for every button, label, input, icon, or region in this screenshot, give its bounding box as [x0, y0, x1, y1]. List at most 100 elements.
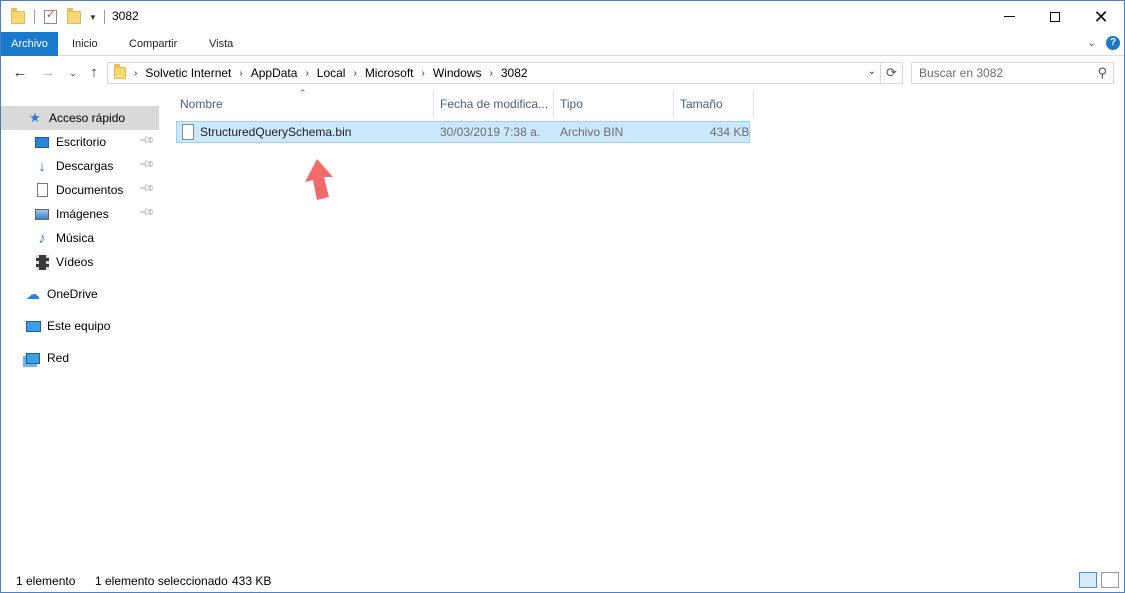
back-arrow-icon[interactable]: ← — [11, 63, 29, 83]
pin-icon[interactable]: 📌︎ — [138, 132, 155, 149]
file-date: 30/03/2019 7:38 a. — [440, 125, 541, 139]
sidebar-item-label: Red — [47, 351, 70, 365]
minimize-button[interactable] — [986, 1, 1032, 32]
search-input[interactable] — [919, 66, 1089, 80]
up-arrow-icon[interactable]: ↑ — [85, 63, 103, 83]
minimize-icon — [1003, 16, 1015, 17]
sidebar-item-red[interactable]: Red — [1, 346, 159, 370]
recent-locations-chevron-icon[interactable]: ⌄ — [64, 63, 82, 83]
toolbar-separator — [34, 10, 35, 24]
properties-icon[interactable] — [44, 8, 57, 24]
folder-icon[interactable] — [11, 7, 25, 24]
pin-icon[interactable]: 📌︎ — [138, 156, 155, 173]
close-button[interactable]: ✕ — [1078, 1, 1124, 32]
download-icon: ↓ — [38, 157, 46, 175]
onedrive-icon: ☁ — [26, 285, 40, 302]
sidebar-item-videos[interactable]: Vídeos — [1, 250, 159, 274]
sidebar-item-label: Este equipo — [47, 319, 111, 333]
sidebar-item-label: Escritorio — [56, 135, 107, 149]
address-history-chevron-icon[interactable]: ⌄ — [868, 66, 876, 77]
large-icons-view-icon[interactable] — [1101, 572, 1119, 588]
status-bar: 1 elemento 1 elemento seleccionado 433 K… — [1, 570, 1124, 592]
file-name: StructuredQuerySchema.bin — [200, 125, 352, 139]
sidebar-item-label: Imágenes — [56, 207, 109, 221]
breadcrumb-item[interactable]: Windows — [433, 66, 482, 80]
table-row[interactable]: StructuredQuerySchema.bin 30/03/2019 7:3… — [176, 121, 750, 143]
quick-access-toolbar: ▼ — [11, 7, 105, 26]
expand-ribbon-chevron-icon[interactable]: ⌄ — [1087, 36, 1096, 49]
pin-icon[interactable]: 📌︎ — [138, 180, 155, 197]
file-explorer-window: ▼ 3082 ✕ Archivo Inicio Compartir Vista … — [0, 0, 1125, 593]
breadcrumb-chevron-icon[interactable]: › — [353, 68, 356, 79]
address-bar[interactable]: › Solvetic Internet › AppData › Local › … — [107, 62, 881, 84]
videos-icon — [34, 254, 50, 270]
navigation-bar: ← → ⌄ ↑ › Solvetic Internet › AppData › … — [1, 57, 1124, 91]
column-header-date[interactable]: Fecha de modifica... — [434, 91, 554, 117]
tab-inicio[interactable]: Inicio — [72, 32, 98, 56]
folder-icon — [114, 64, 126, 79]
breadcrumb: › Solvetic Internet › AppData › Local › … — [126, 66, 528, 80]
tab-archivo[interactable]: Archivo — [1, 32, 58, 56]
search-box: ⚲ — [911, 62, 1114, 84]
star-icon: ★ — [29, 110, 41, 125]
navigation-pane: ★ Acceso rápido Escritorio 📌︎ ↓ Descarga… — [1, 94, 161, 564]
customize-toolbar-chevron-icon[interactable]: ▼ — [89, 13, 97, 22]
documents-icon — [34, 182, 50, 198]
ribbon-tabs: Archivo Inicio Compartir Vista ⌄ ? — [1, 32, 1124, 56]
pictures-icon — [34, 206, 50, 222]
breadcrumb-item[interactable]: Microsoft — [365, 66, 414, 80]
network-icon — [25, 350, 41, 366]
column-header-size[interactable]: Tamaño — [674, 91, 754, 117]
desktop-icon — [34, 134, 50, 150]
refresh-icon[interactable]: ⟳ — [881, 62, 903, 84]
sidebar-item-este-equipo[interactable]: Este equipo — [1, 314, 159, 338]
sidebar-item-label: Música — [56, 231, 95, 245]
new-folder-icon[interactable] — [67, 7, 81, 24]
file-type: Archivo BIN — [560, 125, 624, 139]
selection-count: 1 elemento seleccionado — [95, 574, 228, 588]
sidebar-item-label: OneDrive — [47, 287, 98, 301]
sidebar-item-acceso-rapido[interactable]: ★ Acceso rápido — [1, 106, 159, 130]
sidebar-item-label: Descargas — [56, 159, 114, 173]
details-view-icon[interactable] — [1079, 572, 1097, 588]
breadcrumb-chevron-icon[interactable]: › — [490, 68, 493, 79]
computer-icon — [25, 318, 41, 334]
toolbar-separator — [103, 10, 105, 24]
breadcrumb-item[interactable]: AppData — [251, 66, 298, 80]
column-header-type[interactable]: Tipo — [554, 91, 674, 117]
file-size: 434 KB — [710, 125, 750, 139]
search-icon[interactable]: ⚲ — [1097, 65, 1107, 81]
sidebar-item-label: Vídeos — [56, 255, 94, 269]
breadcrumb-item[interactable]: 3082 — [501, 66, 528, 80]
breadcrumb-chevron-icon[interactable]: › — [239, 68, 242, 79]
file-icon — [182, 124, 194, 140]
help-icon[interactable]: ? — [1106, 36, 1120, 50]
sidebar-item-label: Acceso rápido — [49, 111, 126, 125]
forward-arrow-icon[interactable]: → — [39, 63, 57, 83]
item-count: 1 elemento — [16, 574, 76, 588]
sidebar-item-label: Documentos — [56, 183, 124, 197]
tab-compartir[interactable]: Compartir — [129, 32, 177, 56]
tab-vista[interactable]: Vista — [209, 32, 233, 56]
breadcrumb-chevron-icon[interactable]: › — [305, 68, 308, 79]
sidebar-item-imagenes[interactable]: Imágenes 📌︎ — [1, 202, 159, 226]
sidebar-item-descargas[interactable]: ↓ Descargas 📌︎ — [1, 154, 159, 178]
close-icon: ✕ — [1093, 6, 1109, 27]
title-bar: ▼ 3082 ✕ — [1, 1, 1124, 32]
column-header-name[interactable]: Nombre — [174, 91, 434, 117]
annotation-arrow-icon — [305, 159, 333, 200]
sidebar-item-musica[interactable]: ♪ Música — [1, 226, 159, 250]
pin-icon[interactable]: 📌︎ — [138, 204, 155, 221]
sidebar-item-documentos[interactable]: Documentos 📌︎ — [1, 178, 159, 202]
maximize-button[interactable] — [1032, 1, 1078, 32]
breadcrumb-item[interactable]: Solvetic Internet — [145, 66, 231, 80]
music-icon: ♪ — [38, 229, 46, 247]
window-title: 3082 — [112, 9, 139, 23]
breadcrumb-chevron-icon[interactable]: › — [134, 68, 137, 79]
sidebar-item-escritorio[interactable]: Escritorio 📌︎ — [1, 130, 159, 154]
selection-size: 433 KB — [232, 574, 272, 588]
maximize-icon — [1050, 11, 1060, 22]
breadcrumb-item[interactable]: Local — [317, 66, 346, 80]
breadcrumb-chevron-icon[interactable]: › — [422, 68, 425, 79]
sidebar-item-onedrive[interactable]: ☁ OneDrive — [1, 282, 159, 306]
